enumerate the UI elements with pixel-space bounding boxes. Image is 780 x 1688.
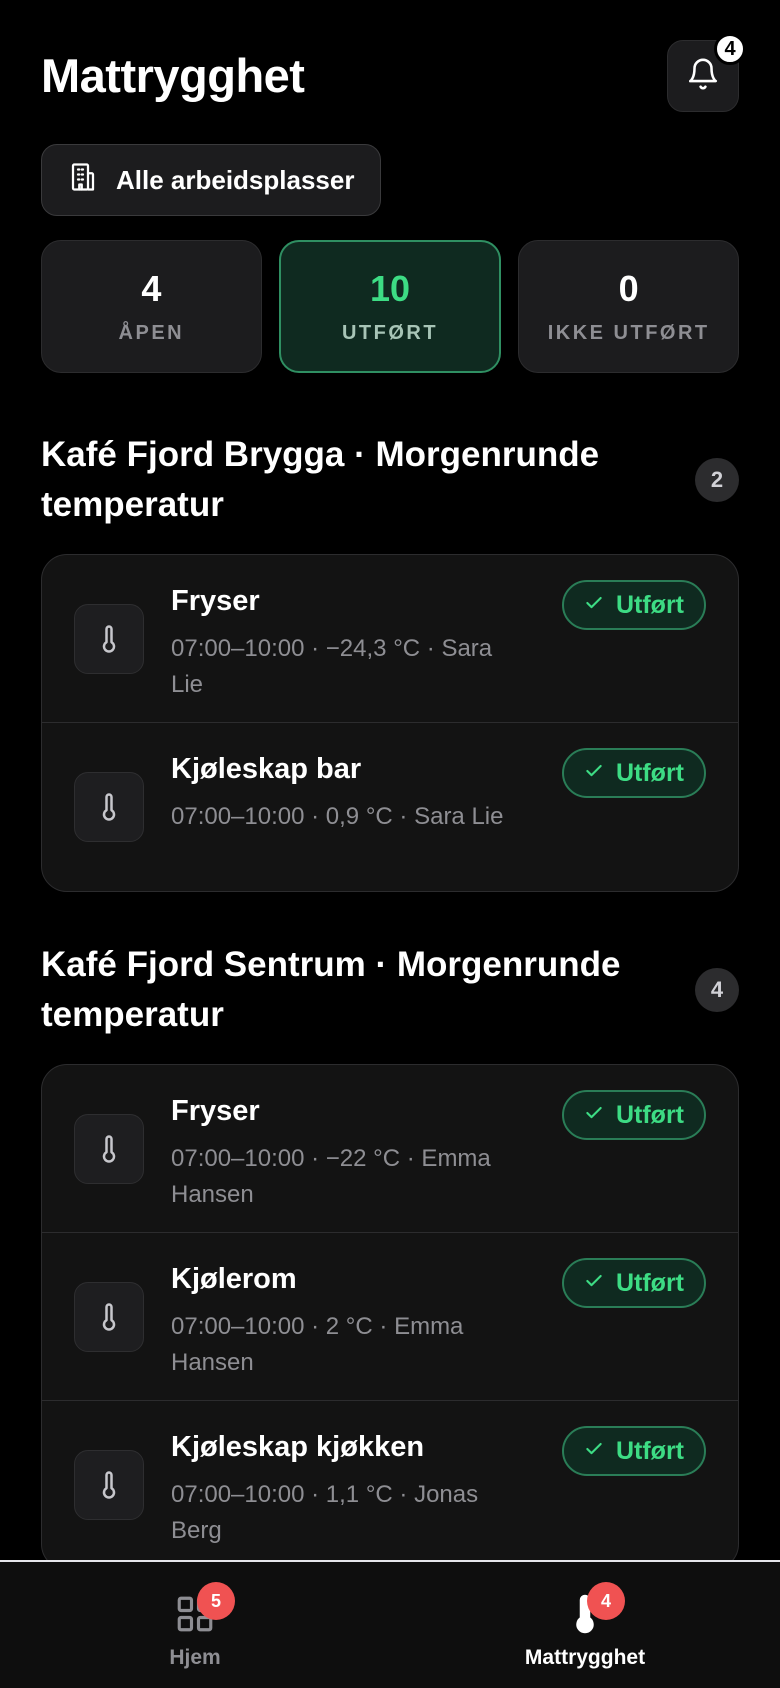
section-title: Kafé Fjord Sentrum · Morgenrunde tempera…	[41, 945, 621, 1034]
status-badge: Utført	[561, 1426, 706, 1476]
check-icon	[584, 1437, 604, 1466]
task-meta: 07:00–10:00 · −24,3 °C · Sara Lie	[171, 635, 493, 698]
task-meta: 07:00–10:00 · 2 °C · Emma Hansen	[171, 1313, 464, 1376]
status-label: Utført	[615, 1268, 684, 1297]
stat-open-label: ÅPEN	[118, 322, 185, 344]
check-icon	[584, 591, 604, 620]
section-header: Kafé Fjord Sentrum · Morgenrunde tempera…	[41, 940, 739, 1040]
task-meta: 07:00–10:00 · 0,9 °C · Sara Lie	[171, 803, 504, 830]
tab-food-safety-badge: 4	[587, 1582, 625, 1620]
thermometer-icon	[74, 772, 144, 842]
stat-done-label: UTFØRT	[341, 322, 439, 344]
status-badge: Utført	[561, 1090, 706, 1140]
status-badge: Utført	[561, 748, 706, 798]
section-header: Kafé Fjord Brygga · Morgenrunde temperat…	[41, 430, 739, 530]
check-icon	[584, 759, 604, 788]
tab-food-safety-label: Mattrygghet	[524, 1646, 646, 1669]
task-row[interactable]: Fryser 07:00–10:00 · −22 °C · Emma Hanse…	[42, 1065, 738, 1233]
thermometer-icon	[74, 603, 144, 674]
thermometer-icon	[74, 1450, 144, 1520]
check-icon	[584, 1101, 604, 1130]
task-meta: 07:00–10:00 · −22 °C · Emma Hansen	[171, 1145, 491, 1208]
section-count-badge: 4	[695, 968, 739, 1012]
page-title: Mattrygghet	[41, 49, 305, 102]
task-list-card: Fryser 07:00–10:00 · −24,3 °C · Sara Lie…	[41, 554, 739, 892]
thermometer-icon	[74, 1113, 144, 1184]
notifications-button[interactable]: 4	[667, 33, 746, 112]
stat-not-done[interactable]: 0 IKKE UTFØRT	[518, 240, 740, 373]
task-name: Fryser	[171, 1095, 260, 1127]
stat-done-value: 10	[369, 268, 411, 309]
thermometer-icon	[74, 1281, 144, 1352]
task-name: Fryser	[171, 585, 260, 617]
task-list-card: Fryser 07:00–10:00 · −22 °C · Emma Hanse…	[41, 1064, 739, 1570]
status-badge: Utført	[561, 580, 706, 630]
stat-not-done-label: IKKE UTFØRT	[547, 322, 710, 344]
tab-home-label: Hjem	[169, 1646, 221, 1669]
tab-home-badge: 5	[197, 1582, 235, 1620]
task-row[interactable]: Kjøleskap kjøkken 07:00–10:00 · 1,1 °C ·…	[42, 1401, 738, 1569]
bell-icon	[686, 57, 720, 96]
workplace-filter-label: Alle arbeidsplasser	[116, 164, 355, 195]
stat-done[interactable]: 10 UTFØRT	[278, 240, 502, 373]
status-summary: 4 ÅPEN 10 UTFØRT 0 IKKE UTFØRT	[41, 240, 740, 373]
task-row[interactable]: Kjølerom 07:00–10:00 · 2 °C · Emma Hanse…	[42, 1233, 738, 1401]
section-title: Kafé Fjord Brygga · Morgenrunde temperat…	[41, 435, 600, 524]
tab-home[interactable]: 5 Hjem	[0, 1562, 390, 1688]
workplace-filter-button[interactable]: Alle arbeidsplasser	[41, 144, 382, 216]
building-icon	[68, 162, 98, 199]
status-label: Utført	[615, 590, 684, 619]
status-label: Utført	[615, 758, 684, 787]
tab-food-safety[interactable]: 4 Mattrygghet	[390, 1562, 780, 1688]
status-label: Utført	[615, 1436, 684, 1465]
stat-open[interactable]: 4 ÅPEN	[41, 240, 262, 373]
status-label: Utført	[615, 1100, 684, 1129]
header: Mattrygghet 4	[41, 33, 746, 112]
notification-count-badge: 4	[714, 33, 746, 65]
task-name: Kjøleskap kjøkken	[171, 1431, 425, 1463]
task-name: Kjøleskap bar	[171, 753, 362, 785]
task-meta: 07:00–10:00 · 1,1 °C · Jonas Berg	[171, 1481, 479, 1544]
bottom-tab-bar: 5 Hjem 4 Mattrygghet	[0, 1560, 780, 1688]
stat-not-done-value: 0	[618, 268, 639, 309]
task-row[interactable]: Kjøleskap bar 07:00–10:00 · 0,9 °C · Sar…	[42, 723, 738, 891]
section-count-badge: 2	[695, 458, 739, 502]
status-badge: Utført	[561, 1258, 706, 1308]
task-row[interactable]: Fryser 07:00–10:00 · −24,3 °C · Sara Lie…	[42, 555, 738, 723]
task-name: Kjølerom	[171, 1263, 297, 1295]
stat-open-value: 4	[141, 268, 162, 309]
check-icon	[584, 1269, 604, 1298]
